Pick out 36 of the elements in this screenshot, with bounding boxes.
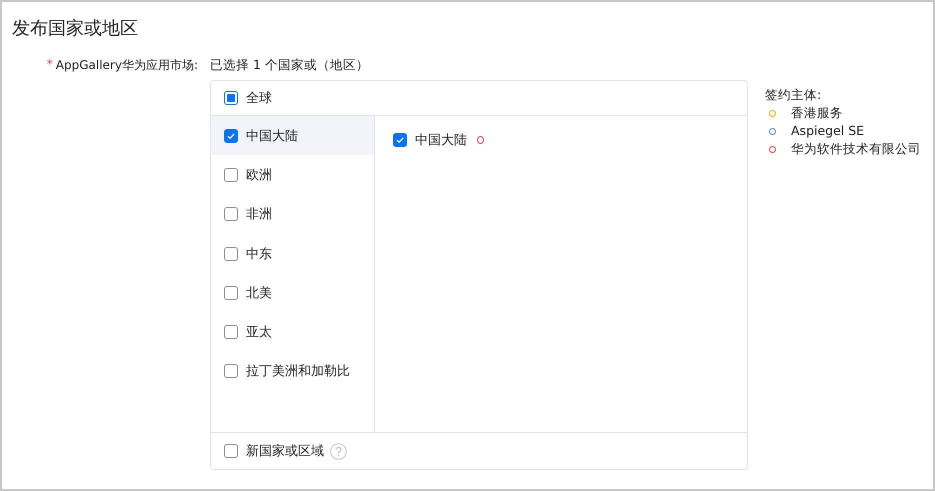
checkbox[interactable] (224, 444, 238, 458)
checkbox[interactable] (224, 128, 238, 143)
checkbox[interactable] (224, 207, 238, 222)
region-list-item[interactable]: 中国大陆 (211, 116, 374, 156)
region-list-item[interactable]: 拉丁美洲和加勒比 (211, 352, 374, 392)
region-list-item[interactable]: 北美 (211, 273, 374, 312)
field-label: AppGallery华为应用市场: (56, 57, 198, 74)
checkbox-label: 北美 (246, 284, 272, 302)
legend-label: 华为软件技术有限公司 (791, 140, 921, 158)
region-list-item[interactable]: 欧洲 (211, 155, 374, 195)
checkbox-label: 全球 (246, 90, 272, 107)
required-mark: * (46, 57, 53, 73)
checkbox-label: 中国大陆 (415, 132, 467, 149)
checkbox-label: 非洲 (246, 206, 272, 224)
checkbox-label: 拉丁美洲和加勒比 (246, 363, 350, 380)
checkbox[interactable] (224, 246, 238, 261)
legend-label: Aspiegel SE (791, 122, 864, 140)
checkbox[interactable] (393, 133, 407, 147)
legend-label: 香港服务 (791, 104, 843, 122)
checkbox[interactable] (224, 168, 238, 182)
checkbox-label: 亚太 (246, 324, 272, 342)
selection-summary: 已选择 1 个国家或（地区） (210, 57, 370, 74)
checkbox-label: 欧洲 (246, 166, 272, 184)
checkbox[interactable] (224, 325, 238, 340)
checkbox-label: 中东 (246, 246, 272, 263)
help-icon[interactable] (330, 442, 347, 460)
checkbox-label: 中国大陆 (246, 128, 298, 145)
region-list-item[interactable]: 中东 (211, 234, 374, 274)
section-title: 发布国家或地区 (12, 17, 139, 40)
legend-title: 签约主体: (765, 86, 822, 104)
region-list-item[interactable]: 非洲 (211, 194, 374, 234)
checkbox[interactable] (224, 286, 238, 300)
checkbox-label: 新国家或区域 (246, 443, 324, 460)
region-list-item[interactable]: 亚太 (211, 312, 374, 352)
checkbox[interactable] (224, 91, 238, 105)
checkbox[interactable] (224, 364, 238, 378)
